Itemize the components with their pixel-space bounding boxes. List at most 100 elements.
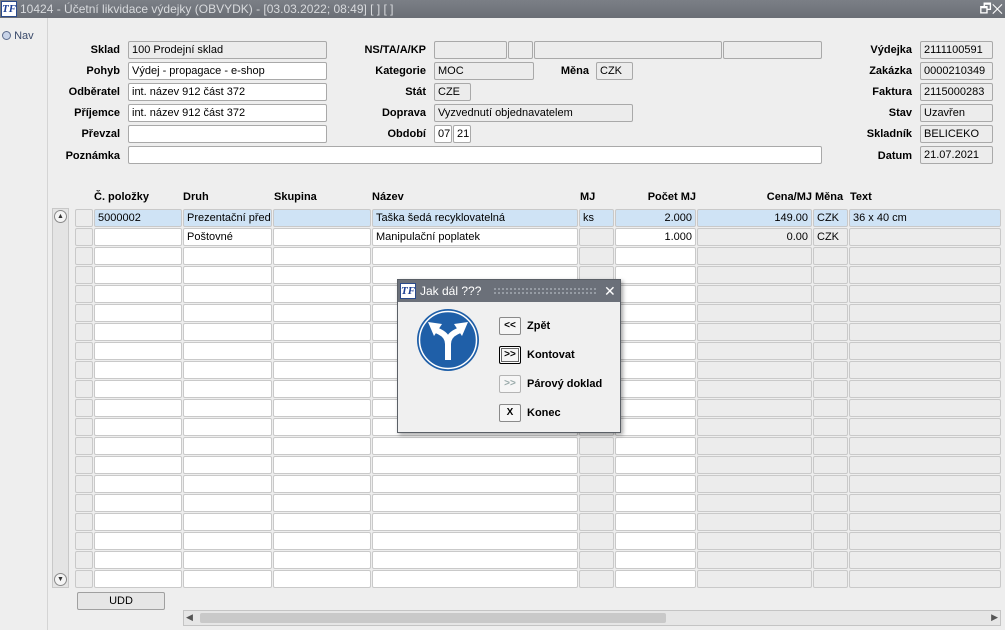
- field-kp[interactable]: [723, 41, 822, 59]
- cell-pocet[interactable]: [615, 285, 696, 303]
- cell-pocet[interactable]: [615, 399, 696, 417]
- cell-pocet[interactable]: [615, 513, 696, 531]
- cell-druh[interactable]: [183, 494, 272, 512]
- field-obdobi-month[interactable]: 07: [434, 125, 452, 143]
- cell-pocet[interactable]: [615, 323, 696, 341]
- cell-pocet[interactable]: [615, 437, 696, 455]
- cell-cena[interactable]: [697, 304, 812, 322]
- row-indicator[interactable]: [75, 475, 93, 493]
- cell-mena[interactable]: CZK: [813, 209, 848, 227]
- field-sklad[interactable]: 100 Prodejní sklad: [128, 41, 327, 59]
- field-prevzal[interactable]: [128, 125, 327, 143]
- cell-text[interactable]: [849, 342, 1001, 360]
- field-stav[interactable]: Uzavřen: [920, 104, 993, 122]
- cell-mena[interactable]: [813, 532, 848, 550]
- scroll-up-icon[interactable]: ▲: [54, 210, 67, 223]
- field-skladnik[interactable]: BELICEKO: [920, 125, 993, 143]
- field-poznamka[interactable]: [128, 146, 822, 164]
- cell-text[interactable]: [849, 228, 1001, 246]
- cell-skupina[interactable]: [273, 475, 371, 493]
- cell-nazev[interactable]: [372, 570, 578, 588]
- field-zakazka[interactable]: 0000210349: [920, 62, 993, 80]
- row-indicator[interactable]: [75, 456, 93, 474]
- cell-cislo[interactable]: [94, 361, 182, 379]
- table-vertical-scrollbar[interactable]: ▲ ▼: [52, 208, 69, 588]
- dialog-button-parovy-doklad[interactable]: >>: [499, 375, 521, 393]
- cell-mj[interactable]: [579, 532, 614, 550]
- cell-pocet[interactable]: [615, 304, 696, 322]
- cell-cislo[interactable]: [94, 475, 182, 493]
- cell-pocet[interactable]: [615, 532, 696, 550]
- field-ns[interactable]: [434, 41, 507, 59]
- cell-mena[interactable]: [813, 304, 848, 322]
- cell-pocet[interactable]: [615, 342, 696, 360]
- cell-druh[interactable]: [183, 551, 272, 569]
- cell-mena[interactable]: [813, 456, 848, 474]
- cell-cislo[interactable]: [94, 456, 182, 474]
- row-indicator[interactable]: [75, 361, 93, 379]
- field-doprava[interactable]: Vyzvednutí objednavatelem: [434, 104, 633, 122]
- row-indicator[interactable]: [75, 304, 93, 322]
- cell-druh[interactable]: [183, 418, 272, 436]
- cell-druh[interactable]: [183, 304, 272, 322]
- cell-druh[interactable]: [183, 361, 272, 379]
- cell-pocet[interactable]: [615, 266, 696, 284]
- cell-skupina[interactable]: [273, 209, 371, 227]
- field-obdobi-year[interactable]: 21: [453, 125, 471, 143]
- row-indicator[interactable]: [75, 532, 93, 550]
- cell-cena[interactable]: [697, 551, 812, 569]
- cell-mena[interactable]: [813, 494, 848, 512]
- cell-cena[interactable]: [697, 437, 812, 455]
- cell-nazev[interactable]: [372, 456, 578, 474]
- cell-nazev[interactable]: [372, 475, 578, 493]
- cell-text[interactable]: 36 x 40 cm: [849, 209, 1001, 227]
- cell-druh[interactable]: [183, 285, 272, 303]
- cell-cena[interactable]: [697, 399, 812, 417]
- cell-mena[interactable]: [813, 551, 848, 569]
- cell-skupina[interactable]: [273, 323, 371, 341]
- field-a[interactable]: [534, 41, 722, 59]
- cell-mj[interactable]: [579, 551, 614, 569]
- row-indicator[interactable]: [75, 399, 93, 417]
- cell-cislo[interactable]: [94, 570, 182, 588]
- cell-cislo[interactable]: [94, 304, 182, 322]
- row-indicator[interactable]: [75, 285, 93, 303]
- cell-mj[interactable]: [579, 475, 614, 493]
- cell-cena[interactable]: [697, 475, 812, 493]
- table-horizontal-scrollbar[interactable]: ◀ ▶: [183, 610, 1001, 626]
- cell-pocet[interactable]: [615, 570, 696, 588]
- cell-text[interactable]: [849, 475, 1001, 493]
- cell-cislo[interactable]: [94, 228, 182, 246]
- cell-nazev[interactable]: [372, 532, 578, 550]
- cell-skupina[interactable]: [273, 570, 371, 588]
- cell-druh[interactable]: [183, 532, 272, 550]
- field-datum[interactable]: 21.07.2021: [920, 146, 993, 164]
- cell-pocet[interactable]: [615, 361, 696, 379]
- cell-skupina[interactable]: [273, 418, 371, 436]
- cell-mj[interactable]: [579, 228, 614, 246]
- cell-druh[interactable]: [183, 513, 272, 531]
- cell-text[interactable]: [849, 399, 1001, 417]
- scroll-right-icon[interactable]: ▶: [991, 612, 998, 623]
- row-indicator[interactable]: [75, 570, 93, 588]
- cell-mena[interactable]: [813, 475, 848, 493]
- cell-druh[interactable]: [183, 342, 272, 360]
- cell-skupina[interactable]: [273, 342, 371, 360]
- cell-mj[interactable]: [579, 570, 614, 588]
- cell-cena[interactable]: [697, 266, 812, 284]
- scroll-down-icon[interactable]: ▼: [54, 573, 67, 586]
- cell-skupina[interactable]: [273, 380, 371, 398]
- cell-skupina[interactable]: [273, 285, 371, 303]
- cell-cena[interactable]: [697, 323, 812, 341]
- cell-druh[interactable]: [183, 475, 272, 493]
- cell-nazev[interactable]: [372, 437, 578, 455]
- cell-cena[interactable]: 149.00: [697, 209, 812, 227]
- cell-pocet[interactable]: [615, 456, 696, 474]
- cell-nazev[interactable]: [372, 551, 578, 569]
- cell-pocet[interactable]: [615, 418, 696, 436]
- cell-text[interactable]: [849, 266, 1001, 284]
- cell-text[interactable]: [849, 437, 1001, 455]
- cell-skupina[interactable]: [273, 437, 371, 455]
- row-indicator[interactable]: [75, 551, 93, 569]
- cell-mena[interactable]: [813, 361, 848, 379]
